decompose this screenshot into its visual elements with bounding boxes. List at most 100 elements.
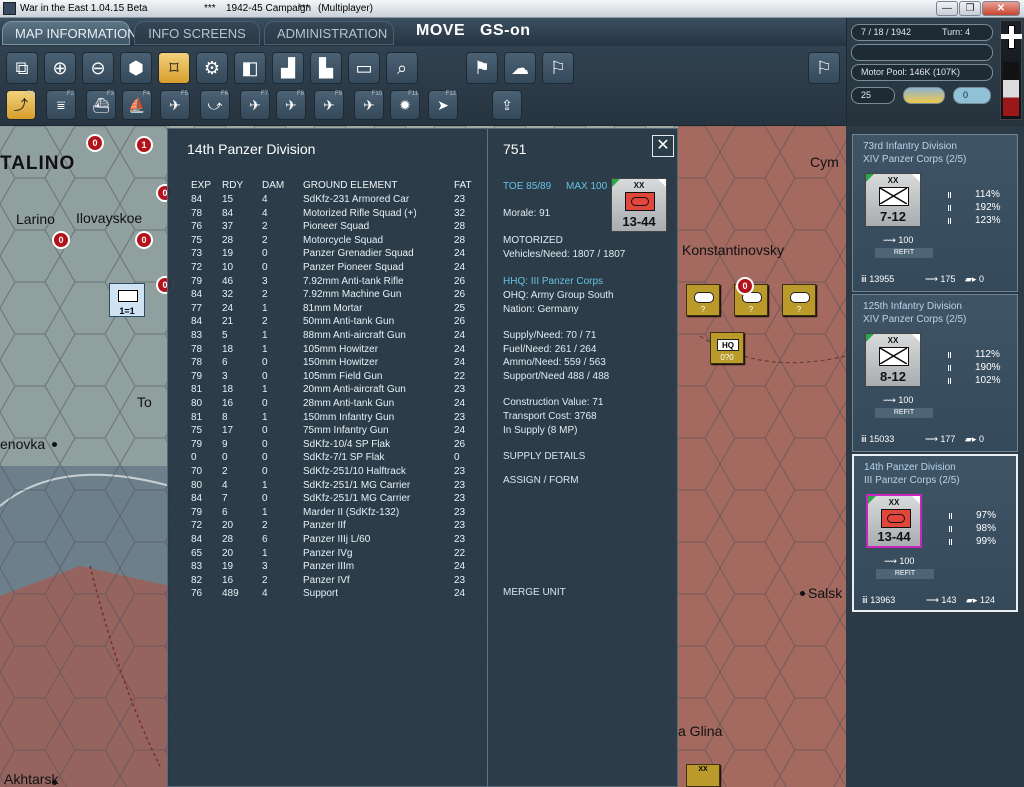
table-row[interactable]: 78 84 4 Motorized Rifle Squad (+) 32 — [168, 208, 487, 221]
soviet-unit-marker[interactable]: 0 — [86, 134, 104, 152]
hidden-enemy-unit[interactable]: XX — [686, 764, 720, 787]
surrender-flag-icon[interactable]: ⚐ — [808, 52, 840, 84]
paradrop-icon[interactable]: ✈ F9 — [314, 90, 344, 120]
col-exp-header: EXP — [191, 180, 212, 191]
table-row[interactable]: 72 20 2 Panzer IIf 23 — [168, 520, 487, 533]
element-cell: Support — [303, 588, 339, 600]
tab-info-screens[interactable]: INFO SCREENS — [134, 21, 260, 45]
soviet-unit-marker[interactable]: 0 — [52, 231, 70, 249]
unit-display-icon[interactable]: ⧉ — [6, 52, 38, 84]
factory-icon[interactable]: ▙ — [310, 52, 342, 84]
supply-percent: 112% — [975, 349, 1000, 360]
zoom-hex-icon[interactable]: ⌕ — [386, 52, 418, 84]
table-row[interactable]: 72 10 0 Panzer Pioneer Squad 24 — [168, 262, 487, 275]
table-row[interactable]: 75 17 0 75mm Infantry Gun 24 — [168, 425, 487, 438]
table-row[interactable]: 73 19 0 Panzer Grenadier Squad 24 — [168, 248, 487, 261]
rail-icon[interactable]: ⩸ F2 — [46, 90, 76, 120]
table-row[interactable]: 84 21 2 50mm Anti-tank Gun 26 — [168, 316, 487, 329]
air-transfer-icon[interactable]: ⤻ F6 — [200, 90, 230, 120]
close-window-button[interactable]: ✕ — [982, 1, 1020, 16]
air-strike-icon[interactable]: ✈ F7 — [240, 90, 270, 120]
table-row[interactable]: 79 9 0 SdKfz-10/4 SP Flak 26 — [168, 439, 487, 452]
table-row[interactable]: 76 37 2 Pioneer Squad 28 — [168, 221, 487, 234]
explosion-icon[interactable]: ✹ F11 — [390, 90, 420, 120]
zoom-out-icon[interactable]: ⊖ — [82, 52, 114, 84]
merge-unit-link[interactable]: MERGE UNIT — [503, 587, 566, 598]
hidden-enemy-unit[interactable]: ? — [782, 284, 816, 316]
table-row[interactable]: 79 3 0 105mm Field Gun 22 — [168, 371, 487, 384]
weather-icon[interactable]: ☁ — [504, 52, 536, 84]
tab-administration[interactable]: ADMINISTRATION — [264, 21, 394, 45]
zoom-in-icon[interactable]: ⊕ — [44, 52, 76, 84]
dam-cell: 0 — [262, 398, 268, 409]
enemy-hq-unit[interactable]: HQ 0?0 — [710, 332, 744, 364]
air-recon-icon[interactable]: ✈ F5 — [160, 90, 190, 120]
rdy-cell: 0 — [222, 452, 228, 464]
refit-button[interactable]: REFIT — [875, 248, 933, 258]
table-row[interactable]: 82 16 2 Panzer IVf 23 — [168, 575, 487, 588]
interdiction-icon[interactable]: ✈ F10 — [354, 90, 384, 120]
close-panel-button[interactable]: ✕ — [652, 135, 674, 157]
table-row[interactable]: 83 5 1 88mm Anti-aircraft Gun 24 — [168, 330, 487, 343]
unit-card[interactable]: 73rd Infantry Division XIV Panzer Corps … — [852, 134, 1018, 292]
unit-card[interactable]: 125th Infantry Division XIV Panzer Corps… — [852, 294, 1018, 452]
fat-cell: 26 — [454, 275, 466, 287]
table-row[interactable]: 78 6 0 150mm Howitzer 24 — [168, 357, 487, 370]
table-row[interactable]: 65 20 1 Panzer IVg 22 — [168, 548, 487, 561]
hex-display-icon[interactable]: ⬢ — [120, 52, 152, 84]
german-infantry-unit[interactable]: 1=1 — [109, 283, 145, 317]
soviet-unit-marker[interactable]: 1 — [135, 136, 153, 154]
table-row[interactable]: 79 6 1 Marder II (SdKfz-132) 23 — [168, 507, 487, 520]
infantry-symbol-icon — [879, 187, 909, 206]
dam-cell: 2 — [262, 221, 268, 233]
table-row[interactable]: 77 24 1 81mm Mortar 25 — [168, 303, 487, 316]
supply-bar-icon — [948, 352, 960, 358]
ground-move-icon[interactable]: ⤴ F1 — [6, 90, 36, 120]
air-unit-icon[interactable]: ▟ — [272, 52, 304, 84]
minimize-button[interactable]: — — [936, 1, 958, 16]
tanks-count: ▰▸ 0 — [965, 274, 984, 285]
assign-form-link[interactable]: ASSIGN / FORM — [503, 475, 579, 486]
upload-icon[interactable]: ⇪ — [492, 90, 522, 120]
supply-details-link[interactable]: SUPPLY DETAILS — [503, 451, 585, 462]
table-row[interactable]: 84 32 2 7.92mm Machine Gun 26 — [168, 289, 487, 302]
table-row[interactable]: 84 7 0 SdKfz-251/1 MG Carrier 23 — [168, 493, 487, 506]
flag-right-icon[interactable]: ⚑ — [466, 52, 498, 84]
morale-value: Morale: 91 — [503, 208, 551, 219]
unit-counter[interactable]: XX 8-12 — [865, 333, 921, 387]
table-row[interactable]: 79 46 3 7.92mm Anti-tank Rifle 26 — [168, 276, 487, 289]
table-row[interactable]: 84 28 6 Panzer IIIj L/60 23 — [168, 534, 487, 547]
table-row[interactable]: 78 18 1 105mm Howitzer 24 — [168, 344, 487, 357]
table-row[interactable]: 70 2 0 SdKfz-251/10 Halftrack 23 — [168, 466, 487, 479]
table-row[interactable]: 81 18 1 20mm Anti-aircraft Gun 23 — [168, 384, 487, 397]
refit-button[interactable]: REFIT — [875, 408, 933, 418]
settings-icon[interactable]: ⚙ — [196, 52, 228, 84]
table-row[interactable]: 83 19 3 Panzer IIIm 24 — [168, 561, 487, 574]
table-row[interactable]: 0 0 0 SdKfz-7/1 SP Flak 0 — [168, 452, 487, 465]
table-row[interactable]: 80 4 1 SdKfz-251/1 MG Carrier 23 — [168, 480, 487, 493]
table-row[interactable]: 80 16 0 28mm Anti-tank Gun 24 — [168, 398, 487, 411]
unit-counter[interactable]: XX 13-44 — [866, 494, 922, 548]
soviet-unit-marker[interactable]: 0 — [736, 277, 754, 295]
soviet-unit-marker[interactable]: 0 — [135, 231, 153, 249]
table-row[interactable]: 75 28 2 Motorcycle Squad 28 — [168, 235, 487, 248]
restore-button[interactable]: ❐ — [959, 1, 981, 16]
tab-map-information[interactable]: MAP INFORMATION — [2, 21, 137, 45]
unit-select-icon[interactable]: ⌑ — [158, 52, 190, 84]
table-row[interactable]: 81 8 1 150mm Infantry Gun 23 — [168, 412, 487, 425]
men-value: 15033 — [869, 434, 895, 444]
hidden-enemy-unit[interactable]: ? — [686, 284, 720, 316]
naval-icon[interactable]: ⛴ F3 — [86, 90, 116, 120]
blank-box-icon[interactable]: ▭ — [348, 52, 380, 84]
air-mission-icon[interactable]: ➤ F12 — [428, 90, 458, 120]
refit-button[interactable]: REFIT — [876, 569, 934, 579]
unit-stack-icon[interactable]: ◧ — [234, 52, 266, 84]
unit-card[interactable]: 14th Panzer Division III Panzer Corps (2… — [852, 454, 1018, 612]
naval-transport-icon[interactable]: ⛵ F4 — [122, 90, 152, 120]
table-row[interactable]: 76 489 4 Support 24 — [168, 588, 487, 601]
hhq-link[interactable]: HHQ: III Panzer Corps — [503, 276, 603, 287]
pennant-icon[interactable]: ⚐ — [542, 52, 574, 84]
air-supply-icon[interactable]: ✈ F8 — [276, 90, 306, 120]
table-row[interactable]: 84 15 4 SdKfz-231 Armored Car 23 — [168, 194, 487, 207]
unit-counter[interactable]: XX 7-12 — [865, 173, 921, 227]
